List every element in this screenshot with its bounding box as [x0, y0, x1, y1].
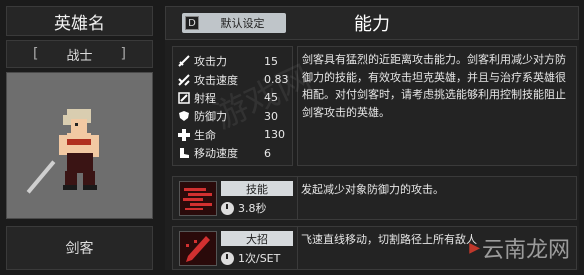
hero-title-panel: 英雄名 — [6, 6, 153, 36]
stat-label: 移动速度 — [194, 147, 238, 161]
ultimate-cooldown: 1次/SET — [221, 250, 280, 266]
class-bracket-left: [ — [33, 46, 39, 62]
boot-icon — [177, 146, 191, 160]
skill-slash-icon — [179, 181, 217, 216]
hero-class-panel: [ 战士 ] — [6, 40, 153, 68]
skill-description: 发起减少对象防御力的攻击。 — [301, 183, 444, 196]
clock-icon — [221, 201, 234, 215]
stat-value: 130 — [264, 128, 285, 142]
hero-class: 战士 — [66, 48, 93, 64]
preset-icon: D — [185, 16, 199, 30]
skill-cooldown: 3.8秒 — [221, 200, 267, 216]
stat-row-move-speed: 移动速度 6 — [177, 144, 292, 162]
hero-portrait — [6, 72, 153, 219]
watermark-text: 云南龙网 — [481, 238, 570, 263]
ultimate-name: 大招 — [221, 231, 293, 246]
ability-header: D 默认设定 能力 — [165, 6, 579, 40]
hero-name-panel: 剑客 — [6, 226, 153, 270]
ultimate-cooldown-value: 1次/SET — [238, 252, 281, 265]
class-bracket-right: ] — [120, 46, 126, 62]
swordsman-sprite-icon — [26, 109, 99, 194]
health-cross-icon — [177, 128, 191, 142]
sword-icon — [177, 54, 191, 68]
shield-icon — [177, 109, 191, 123]
site-watermark: ▶ 云南龙网 — [418, 225, 578, 271]
divider — [297, 227, 298, 269]
skill-name: 技能 — [221, 181, 293, 196]
skill-cooldown-value: 3.8秒 — [238, 202, 267, 215]
preset-button-label: 默认设定 — [220, 17, 265, 30]
divider — [297, 177, 298, 219]
clock-icon — [221, 251, 234, 265]
watermark-logo-icon: ▶ — [469, 240, 480, 256]
default-preset-button[interactable]: D 默认设定 — [182, 13, 286, 33]
attack-speed-icon — [177, 73, 191, 87]
hero-title: 英雄名 — [54, 13, 105, 34]
ultimate-dash-icon — [179, 231, 217, 266]
stat-label: 攻击力 — [194, 55, 227, 69]
range-icon — [177, 91, 191, 105]
skill-card[interactable]: 技能 3.8秒 发起减少对象防御力的攻击。 — [172, 176, 577, 220]
hero-description: 剑客具有猛烈的近距离攻击能力。剑客利用减少对方防御力的技能，有效攻击坦克英雄，并… — [297, 46, 577, 166]
hero-name: 剑客 — [65, 241, 94, 257]
stat-value: 6 — [264, 146, 271, 160]
